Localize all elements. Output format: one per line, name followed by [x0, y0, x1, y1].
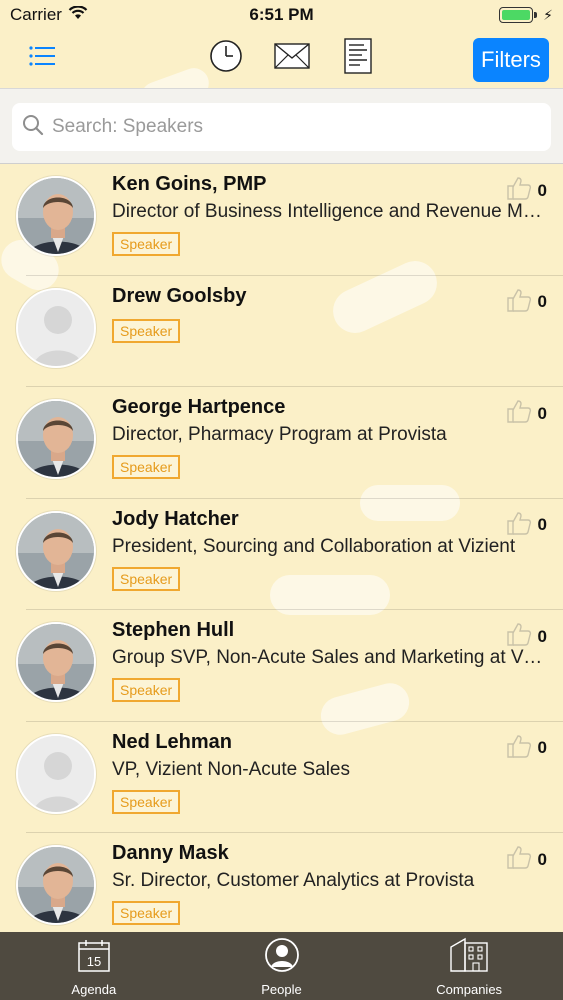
thumbs-up-icon: [506, 845, 532, 874]
document-icon[interactable]: [340, 36, 376, 76]
speaker-badge: Speaker: [112, 455, 181, 479]
speaker-name: Stephen Hull: [112, 619, 235, 641]
like-button[interactable]: 0: [506, 511, 547, 540]
tab-agenda-label: Agenda: [71, 982, 117, 997]
speaker-title: Director of Business Intelligence and Re…: [112, 201, 544, 222]
like-count: 0: [537, 738, 547, 757]
list-menu-icon[interactable]: [28, 44, 56, 68]
speaker-badge: Speaker: [112, 901, 181, 925]
charging-icon: ⚡: [543, 6, 553, 23]
thumbs-up-icon: [506, 734, 532, 763]
avatar: [16, 176, 96, 256]
avatar: [16, 510, 96, 591]
tab-people-label: People: [261, 982, 302, 997]
avatar: [16, 622, 96, 702]
avatar: [16, 399, 96, 479]
speaker-title: Sr. Director, Customer Analytics at Prov…: [112, 870, 475, 891]
speaker-name: Ken Goins, PMP: [112, 173, 267, 195]
speaker-row[interactable]: George Hartpence Director, Pharmacy Progr…: [0, 387, 563, 499]
speaker-row[interactable]: Ned Lehman VP, Vizient Non-Acute Sales Spe…: [0, 722, 563, 834]
tab-bar: 15 Agenda People Companies: [0, 932, 563, 1000]
tab-companies-label: Companies: [436, 982, 503, 997]
clock-icon[interactable]: [208, 36, 244, 76]
thumbs-up-icon: [506, 288, 532, 317]
speaker-badge: Speaker: [112, 789, 181, 814]
person-icon: [264, 937, 300, 978]
like-count: 0: [537, 292, 547, 311]
speaker-name: Jody Hatcher: [112, 507, 239, 530]
like-button[interactable]: 0: [506, 176, 547, 205]
status-bar: Carrier 6:51 PM ⚡: [0, 0, 563, 30]
speaker-badge: Speaker: [112, 566, 181, 591]
thumbs-up-icon: [506, 511, 532, 540]
avatar-placeholder: [16, 733, 96, 814]
thumbs-up-icon: [506, 399, 532, 428]
speaker-badge: Speaker: [112, 318, 181, 343]
avatar-placeholder: [16, 287, 96, 368]
speaker-row[interactable]: Danny Mask Sr. Director, Customer Analyti…: [0, 833, 563, 932]
speaker-badge: Speaker: [112, 232, 181, 256]
like-count: 0: [537, 849, 547, 869]
like-button[interactable]: 0: [506, 288, 547, 317]
search-bar: [0, 88, 563, 164]
calendar-icon: 15: [77, 939, 111, 978]
speaker-title: Director, Pharmacy Program at Provista: [112, 424, 447, 445]
search-input[interactable]: [52, 116, 532, 138]
like-button[interactable]: 0: [506, 399, 547, 428]
search-icon: [22, 114, 44, 141]
nav-bar: Filters: [0, 30, 563, 88]
tab-agenda[interactable]: 15 Agenda: [0, 932, 188, 1000]
speaker-name: Ned Lehman: [112, 730, 233, 753]
speaker-row[interactable]: Drew Goolsby Speaker 0: [0, 276, 563, 388]
mail-icon[interactable]: [274, 36, 310, 76]
speaker-title: President, Sourcing and Collaboration at…: [112, 535, 516, 557]
speaker-badge: Speaker: [112, 678, 181, 702]
speaker-row[interactable]: Ken Goins, PMP Director of Business Intel…: [0, 164, 563, 276]
calendar-day: 15: [87, 954, 101, 969]
avatar: [16, 845, 96, 925]
thumbs-up-icon: [506, 176, 532, 205]
tab-companies[interactable]: Companies: [375, 932, 563, 1000]
speaker-name: Danny Mask: [112, 842, 229, 864]
filters-button[interactable]: Filters: [473, 38, 549, 82]
speaker-title: Group SVP, Non-Acute Sales and Marketing…: [112, 647, 544, 668]
speaker-row[interactable]: Stephen Hull Group SVP, Non-Acute Sales a…: [0, 610, 563, 722]
thumbs-up-icon: [506, 622, 532, 651]
like-button[interactable]: 0: [506, 622, 547, 651]
like-count: 0: [537, 515, 547, 534]
speaker-list: Ken Goins, PMP Director of Business Intel…: [0, 164, 563, 932]
like-count: 0: [537, 626, 547, 646]
search-box[interactable]: [12, 103, 551, 151]
speaker-title: VP, Vizient Non-Acute Sales: [112, 758, 350, 780]
speaker-row[interactable]: Jody Hatcher President, Sourcing and Coll…: [0, 499, 563, 611]
speaker-name: Drew Goolsby: [112, 284, 247, 307]
like-button[interactable]: 0: [506, 734, 547, 763]
like-button[interactable]: 0: [506, 845, 547, 874]
tab-people[interactable]: People: [188, 932, 376, 1000]
wifi-icon: [68, 5, 88, 25]
like-count: 0: [537, 403, 547, 423]
carrier-label: Carrier: [10, 5, 62, 24]
building-icon: [449, 933, 489, 978]
speaker-name: George Hartpence: [112, 396, 286, 418]
battery-icon: [499, 7, 538, 23]
like-count: 0: [537, 180, 547, 200]
